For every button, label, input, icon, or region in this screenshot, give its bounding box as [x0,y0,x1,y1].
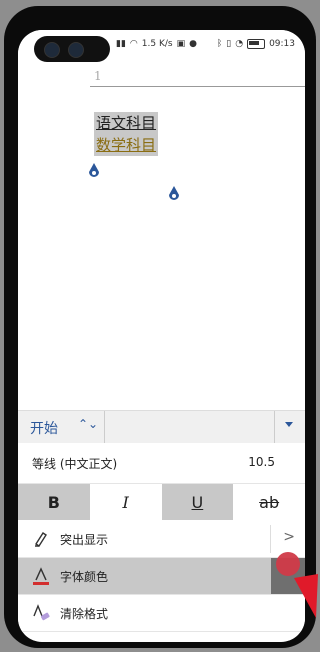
font-selector-row[interactable]: 等线 (中文正文) 10.5 [18,443,305,484]
bluetooth-icon: ᛒ [216,39,223,49]
status-right: ᛒ ▯ ◔ 09:13 [217,39,295,49]
bold-button[interactable]: B [18,484,90,520]
selection-start-handle-icon[interactable] [88,163,100,179]
screen: ▮▮ ◠ 1.5 K/s ▣ ● ᛒ ▯ ◔ 09:13 1 语文科目 数学科目 [18,30,305,642]
selected-text-line-1[interactable]: 语文科目 [94,112,159,134]
battery-icon [247,39,266,49]
format-button-row: B I U ab [18,484,305,520]
phone-frame: ▮▮ ◠ 1.5 K/s ▣ ● ᛒ ▯ ◔ 09:13 1 语文科目 数学科目 [4,6,316,648]
highlight-row[interactable]: 突出显示 > [18,521,305,558]
underline-button[interactable]: U [161,484,234,520]
page-number: 1 [94,69,102,83]
italic-button[interactable]: I [89,484,162,520]
toolbar-divider [274,411,275,443]
selection-end-handle-icon[interactable] [168,186,180,202]
strikethrough-button[interactable]: ab [233,484,305,520]
document-area[interactable]: 1 语文科目 数学科目 [18,60,305,410]
highlight-label: 突出显示 [60,533,109,547]
font-color-icon [33,567,49,585]
tab-home[interactable]: 开始 [30,418,58,438]
signal-icon: ▮▮ [116,39,126,49]
camera-lens-icon [44,42,60,58]
net-speed: 1.5 K/s [141,39,173,49]
tab-switch-icon[interactable]: ⌃⌄ [78,417,98,431]
status-time: 09:13 [269,39,295,49]
highlighter-icon [35,532,47,547]
chevron-right-icon[interactable]: > [283,529,295,545]
chevron-down-icon[interactable] [285,422,293,427]
font-name[interactable]: 等线 (中文正文) [32,455,117,472]
vibrate-icon: ▯ [226,39,232,49]
clear-format-row[interactable]: 清除格式 [18,595,305,632]
header-divider [90,86,305,87]
toolbar-divider [104,411,105,443]
camera-cutout [34,36,110,62]
video-icon: ▣ [176,39,186,49]
pointer-arrow-icon [294,574,318,618]
message-icon: ● [189,39,197,49]
clear-format-icon [33,604,50,621]
row-divider [270,525,271,553]
selected-text-line-2[interactable]: 数学科目 [94,134,159,156]
wifi-icon: ◠ [129,39,138,49]
alarm-icon: ◔ [235,39,244,49]
status-left: ▮▮ ◠ 1.5 K/s ▣ ● [116,39,197,49]
font-color-label: 字体颜色 [60,570,109,584]
font-size[interactable]: 10.5 [248,455,275,469]
camera-lens-icon [68,42,84,58]
font-color-row[interactable]: 字体颜色 [18,558,305,595]
ribbon-toolbar: 开始 ⌃⌄ [18,410,305,443]
clear-format-label: 清除格式 [60,607,109,621]
